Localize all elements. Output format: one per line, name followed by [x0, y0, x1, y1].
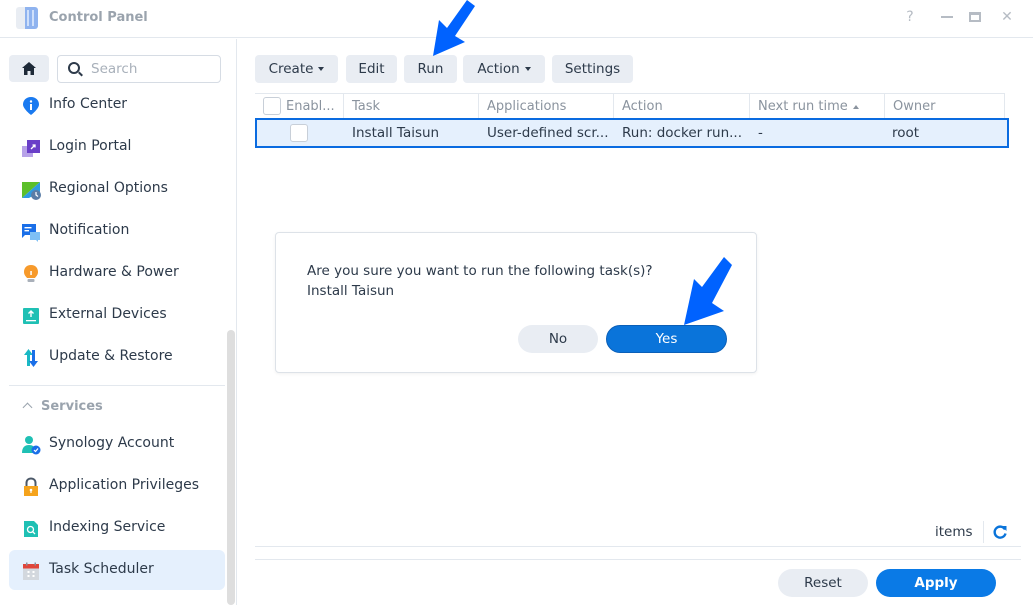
caret-down-icon	[524, 67, 531, 71]
control-panel-app-icon	[16, 7, 38, 29]
action-button[interactable]: Action	[463, 55, 545, 83]
task-scheduler-icon	[23, 562, 39, 580]
run-button[interactable]: Run	[404, 55, 457, 83]
footer-separator	[983, 521, 984, 543]
sidebar-item-login-portal[interactable]: Login Portal	[9, 127, 225, 167]
dialog-task-name: Install Taisun	[307, 283, 395, 299]
info-center-icon	[23, 97, 39, 115]
column-header-next-run-time[interactable]: Next run time	[750, 94, 885, 120]
apply-button[interactable]: Apply	[876, 569, 996, 597]
section-label: Services	[41, 399, 103, 414]
update-restore-icon	[24, 349, 38, 367]
title-bar: Control Panel ? ✕	[0, 0, 1033, 38]
login-portal-icon	[22, 140, 40, 157]
action-cell: Run: docker run...	[622, 125, 742, 141]
sidebar-item-external-devices[interactable]: External Devices	[9, 295, 225, 335]
sidebar-item-label: Update & Restore	[49, 348, 173, 364]
next-run-time-cell: -	[758, 125, 763, 141]
sidebar: Info Center Login Portal Regional Option…	[0, 39, 237, 605]
footer-divider	[255, 546, 1021, 547]
task-grid-header: Enabl... Task Applications Action Next r…	[255, 93, 1005, 120]
maximize-button[interactable]	[965, 9, 985, 25]
sidebar-item-label: Info Center	[49, 96, 128, 112]
column-header-action[interactable]: Action	[614, 94, 750, 120]
dialog-message: Are you sure you want to run the followi…	[307, 261, 653, 301]
application-privileges-icon	[24, 477, 38, 496]
services-section-header[interactable]: Services	[22, 399, 103, 414]
sidebar-item-label: External Devices	[49, 306, 167, 322]
close-icon: ✕	[1001, 9, 1013, 25]
sidebar-item-info-center[interactable]: Info Center	[9, 85, 225, 125]
home-button[interactable]	[9, 55, 49, 82]
action-label: Action	[477, 61, 520, 77]
reset-button[interactable]: Reset	[778, 569, 868, 597]
yes-button[interactable]: Yes	[606, 325, 727, 353]
sort-ascending-icon	[852, 104, 859, 109]
task-cell: Install Taisun	[352, 125, 440, 141]
sidebar-item-label: Login Portal	[49, 138, 132, 154]
edit-button[interactable]: Edit	[346, 55, 397, 83]
indexing-service-icon	[24, 521, 38, 537]
help-icon: ?	[906, 9, 914, 25]
sidebar-item-regional-options[interactable]: Regional Options	[9, 169, 225, 209]
sidebar-item-label: Regional Options	[49, 180, 168, 196]
sidebar-item-task-scheduler[interactable]: Task Scheduler	[9, 550, 225, 590]
home-icon	[22, 62, 36, 75]
search-input[interactable]	[91, 60, 211, 78]
applications-cell: User-defined scr...	[487, 125, 609, 141]
items-count-label: items	[935, 524, 973, 540]
column-header-enabled[interactable]: Enabl...	[255, 94, 344, 120]
sidebar-item-label: Hardware & Power	[49, 264, 179, 280]
external-devices-icon	[23, 308, 39, 324]
table-row[interactable]: Install Taisun User-defined scr... Run: …	[255, 118, 1009, 148]
annotation-arrow-yes-icon	[684, 257, 732, 325]
create-label: Create	[268, 61, 314, 77]
sidebar-item-update-restore[interactable]: Update & Restore	[9, 337, 225, 377]
sidebar-item-label: Indexing Service	[49, 519, 166, 535]
minimize-button[interactable]	[937, 9, 957, 25]
create-button[interactable]: Create	[255, 55, 338, 83]
minimize-icon	[941, 16, 953, 18]
sidebar-scrollbar[interactable]	[227, 330, 235, 605]
sidebar-item-label: Application Privileges	[49, 477, 199, 493]
sidebar-item-hardware-power[interactable]: Hardware & Power	[9, 253, 225, 293]
column-label: Enabl...	[286, 99, 335, 114]
enabled-checkbox[interactable]	[290, 124, 308, 142]
no-button[interactable]: No	[518, 325, 598, 353]
select-all-checkbox[interactable]	[263, 97, 281, 115]
owner-cell: root	[892, 125, 920, 141]
sidebar-item-label: Task Scheduler	[49, 561, 154, 577]
footer-divider	[255, 559, 1021, 560]
search-box[interactable]	[57, 55, 221, 83]
column-header-task[interactable]: Task	[344, 94, 479, 120]
dialog-question: Are you sure you want to run the followi…	[307, 263, 653, 279]
window-title: Control Panel	[49, 10, 148, 25]
column-header-owner[interactable]: Owner	[885, 94, 1005, 120]
maximize-icon	[969, 12, 981, 22]
sidebar-item-synology-account[interactable]: Synology Account	[9, 424, 225, 464]
regional-options-icon	[22, 182, 41, 200]
caret-down-icon	[318, 67, 325, 71]
notification-icon	[22, 224, 40, 242]
refresh-icon[interactable]	[991, 523, 1009, 541]
sidebar-item-notification[interactable]: Notification	[9, 211, 225, 251]
hardware-power-icon	[24, 265, 38, 282]
synology-account-icon	[22, 436, 41, 455]
sidebar-item-application-privileges[interactable]: Application Privileges	[9, 466, 225, 506]
close-button[interactable]: ✕	[997, 9, 1017, 25]
section-divider	[9, 385, 225, 386]
chevron-up-icon	[22, 402, 33, 413]
search-icon	[68, 62, 80, 74]
sidebar-item-indexing-service[interactable]: Indexing Service	[9, 508, 225, 548]
settings-button[interactable]: Settings	[552, 55, 633, 83]
help-button[interactable]: ?	[900, 9, 920, 25]
column-header-applications[interactable]: Applications	[479, 94, 614, 120]
sidebar-item-label: Notification	[49, 222, 130, 238]
sidebar-item-label: Synology Account	[49, 435, 175, 451]
column-label: Next run time	[758, 99, 848, 114]
annotation-arrow-run-icon	[433, 0, 475, 56]
